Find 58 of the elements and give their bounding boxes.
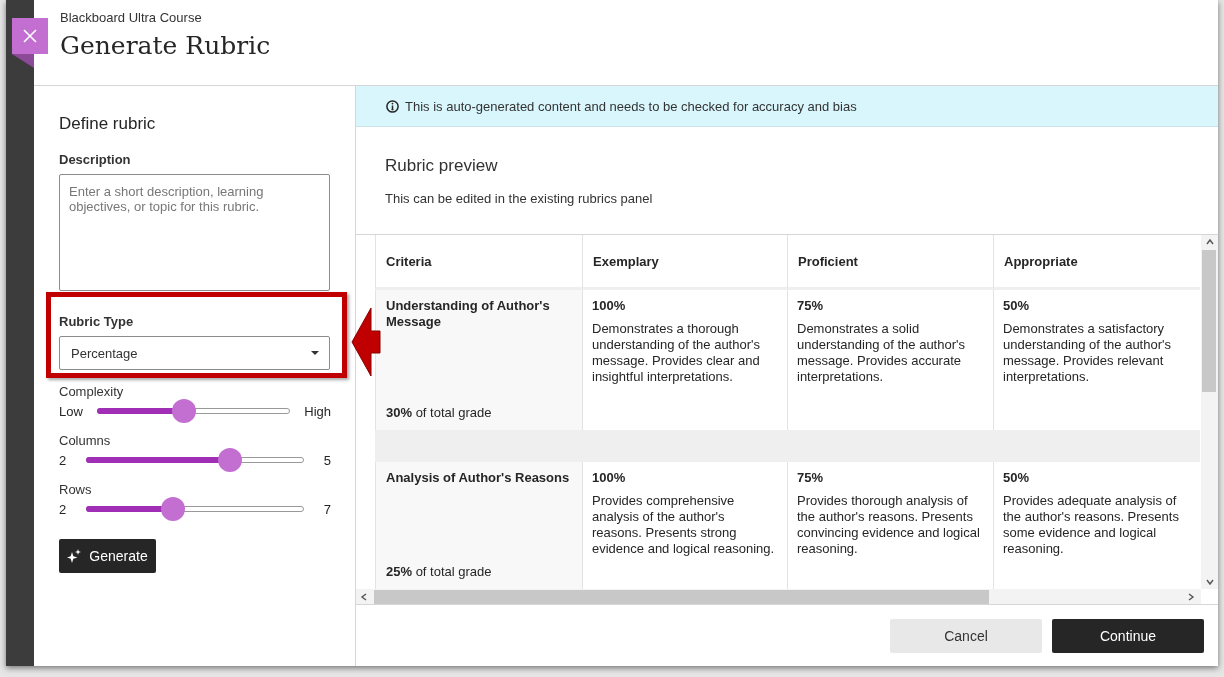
slider-max-label: 7 [323, 501, 331, 517]
slider-max-label: High [304, 403, 331, 419]
slider-label: Complexity [59, 384, 125, 399]
description-field[interactable]: Enter a short description, learning objectives, or topic for this rubric. [59, 174, 330, 291]
preview-title: Rubric preview [385, 156, 499, 176]
continue-button[interactable]: Continue [1052, 618, 1204, 653]
info-icon [386, 99, 399, 113]
pointer-arrow [351, 307, 381, 377]
generate-button[interactable]: Generate [59, 539, 156, 573]
slider-thumb[interactable] [171, 399, 196, 423]
course-name: Blackboard Ultra Course [60, 10, 203, 25]
slider-min-label: Low [59, 403, 83, 419]
score-value: 100% [592, 298, 627, 314]
scroll-up-icon[interactable] [1205, 238, 1214, 246]
field-label: Rubric Type [59, 314, 135, 329]
slider-track[interactable] [86, 497, 304, 521]
column-header: Proficient [787, 235, 993, 290]
slider-label: Rows [59, 482, 93, 497]
slider-track[interactable] [86, 448, 304, 472]
score-value: 50% [1003, 298, 1031, 314]
notice-text: This is auto-generated content and needs to be checked for accuracy and bias [405, 98, 857, 114]
preview-subtitle: This can be edited in the existing rubrics panel [385, 191, 654, 206]
close-icon [23, 29, 37, 43]
cancel-button[interactable]: Cancel [890, 618, 1042, 653]
level-description: Provides thorough analysis of the author's reasons. Presents convincing evidence and logical reasoning. [797, 493, 981, 557]
slider-label: Columns [59, 433, 112, 448]
criterion-name: Understanding of Author's Message [386, 298, 551, 330]
sparkle-icon [67, 549, 82, 563]
level-description: Provides adequate analysis of the author's reasons. Presents some evidence and logical reasoning. [1003, 493, 1180, 557]
column-header: Exemplary [582, 235, 787, 290]
criterion-weight: 25% of total grade [386, 564, 493, 579]
score-value: 75% [797, 298, 825, 314]
caret-icon [311, 351, 319, 355]
level-description: Demonstrates a satisfactory understanding of the author's message. Provides relevant interpretations. [1003, 321, 1172, 385]
slider-max-label: 5 [323, 452, 331, 468]
section-heading: Define rubric [59, 114, 157, 134]
slider-min-label: 2 [59, 501, 67, 517]
horizontal-scrollbar[interactable] [356, 589, 1201, 605]
level-description: Demonstrates a solid understanding of the author's message. Provides accurate interpretations. [797, 321, 966, 385]
scroll-right-icon[interactable] [1187, 593, 1195, 601]
slider-min-label: 2 [59, 452, 67, 468]
criterion-weight: 30% of total grade [386, 405, 493, 420]
level-description: Demonstrates a thorough understanding of the author's message. Provides clear and insightful interpretations. [592, 321, 761, 385]
scroll-left-icon[interactable] [360, 593, 368, 601]
slider-track[interactable] [96, 399, 291, 423]
score-value: 100% [592, 470, 627, 486]
field-label: Description [59, 152, 132, 167]
close-tab-fold [12, 54, 34, 68]
score-value: 75% [797, 470, 825, 486]
slider-thumb[interactable] [161, 497, 186, 521]
vertical-scrollbar[interactable] [1201, 235, 1218, 589]
dialog-title: Generate Rubric [60, 31, 272, 60]
level-description: Provides comprehensive analysis of the author's reasons. Presents strong evidence and logical reasoning. [592, 493, 776, 557]
criterion-name: Analysis of Author's Reasons [386, 470, 571, 486]
slider-thumb[interactable] [217, 448, 242, 472]
rubric-type-dropdown[interactable]: Percentage [59, 336, 330, 370]
scroll-down-icon[interactable] [1205, 578, 1214, 586]
score-value: 50% [1003, 470, 1031, 486]
